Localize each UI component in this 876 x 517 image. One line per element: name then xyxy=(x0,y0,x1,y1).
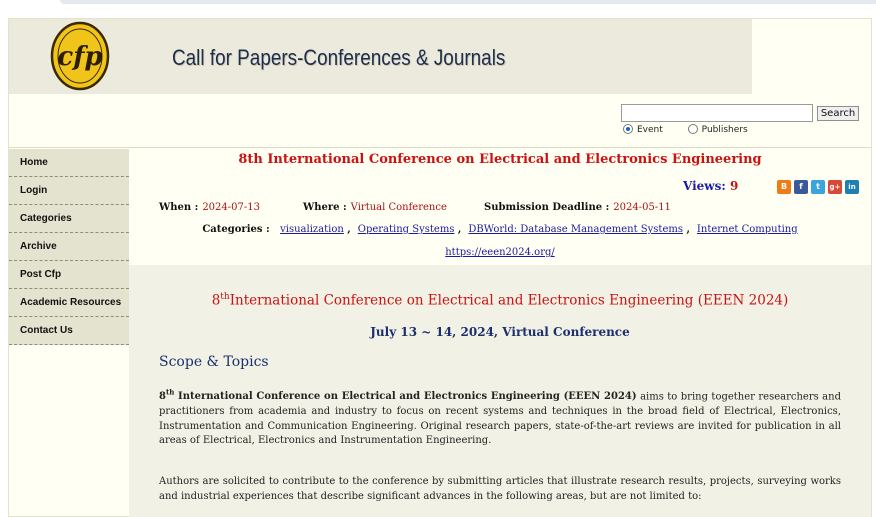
p1-bold-part: 8th International Conference on Electric… xyxy=(159,388,637,403)
views-count: 9 xyxy=(730,179,739,193)
search-button[interactable]: Search xyxy=(817,106,859,121)
event-meta-panel: 8th International Conference on Electric… xyxy=(129,149,871,265)
browser-top-strip xyxy=(0,0,876,8)
heading-sup: th xyxy=(220,292,230,302)
radio-event[interactable] xyxy=(623,124,633,134)
category-link-visualization[interactable]: visualization xyxy=(280,224,344,235)
category-link-internet-computing[interactable]: Internet Computing xyxy=(697,224,798,235)
categories-label: Categories : xyxy=(202,224,270,235)
nav-post-cfp[interactable]: Post Cfp xyxy=(9,261,129,289)
scope-title: Scope & Topics xyxy=(159,354,269,370)
nav-academic-resources[interactable]: Academic Resources xyxy=(9,289,129,317)
deadline-label: Submission Deadline : xyxy=(484,202,610,213)
search-type-options: Event Publishers xyxy=(623,124,770,135)
description-dates: July 13 ~ 14, 2024, Virtual Conference xyxy=(370,325,630,339)
heading-rest: International Conference on Electrical a… xyxy=(229,292,789,309)
radio-option-event[interactable]: Event xyxy=(623,124,663,135)
p1-bold: International Conference on Electrical a… xyxy=(174,391,637,403)
search-input[interactable] xyxy=(621,104,813,122)
scope-paragraph-2: Authors are solicited to contribute to t… xyxy=(159,476,841,502)
category-link-dbworld[interactable]: DBWorld: Database Management Systems xyxy=(468,224,683,235)
event-url: https://eeen2024.org/ xyxy=(129,247,871,258)
facebook-icon[interactable]: f xyxy=(794,180,808,194)
header-divider xyxy=(9,147,871,148)
sidebar-nav: Home Login Categories Archive Post Cfp A… xyxy=(9,149,129,345)
views-label: Views: xyxy=(683,179,726,193)
event-where: Where : Virtual Conference xyxy=(303,202,447,213)
radio-option-publishers[interactable]: Publishers xyxy=(687,124,748,135)
google-plus-icon[interactable]: g+ xyxy=(828,180,842,194)
p1-prefix: 8 xyxy=(159,391,166,403)
scope-paragraph-1: 8th International Conference on Electric… xyxy=(159,386,841,449)
nav-login[interactable]: Login xyxy=(9,177,129,205)
nav-contact-us[interactable]: Contact Us xyxy=(9,317,129,345)
event-url-link[interactable]: https://eeen2024.org/ xyxy=(445,247,555,258)
radio-event-label: Event xyxy=(637,125,663,135)
when-value: 2024-07-13 xyxy=(202,202,260,213)
radio-publishers[interactable] xyxy=(687,124,698,134)
cfp-logo[interactable]: cfp xyxy=(45,21,115,91)
when-label: When : xyxy=(159,202,199,213)
linkedin-icon[interactable]: in xyxy=(845,180,859,194)
event-when: When :2024-07-13 xyxy=(159,202,260,213)
top-scroll-shadow xyxy=(60,0,876,4)
event-description: 8thInternational Conference on Electrica… xyxy=(129,265,871,517)
site-title: Call for Papers-Conferences & Journals xyxy=(172,45,506,70)
twitter-icon[interactable]: t xyxy=(811,180,825,194)
blogger-icon[interactable]: B xyxy=(777,180,791,194)
description-heading: 8thInternational Conference on Electrica… xyxy=(129,292,871,309)
nav-categories[interactable]: Categories xyxy=(9,205,129,233)
radio-publishers-label: Publishers xyxy=(701,125,748,135)
category-link-operating-systems[interactable]: Operating Systems xyxy=(358,224,455,235)
event-deadline: Submission Deadline :2024-05-11 xyxy=(484,202,671,213)
share-icons: Bf t g+ in xyxy=(777,180,862,194)
heading-prefix: 8 xyxy=(211,292,221,309)
event-title: 8th International Conference on Electric… xyxy=(238,152,762,167)
where-value: Virtual Conference xyxy=(350,202,447,213)
site-header: cfp Call for Papers-Conferences & Journa… xyxy=(9,19,752,94)
event-categories: Categories : visualization , Operating S… xyxy=(202,224,798,235)
views-counter: Views: 9 xyxy=(683,179,738,193)
nav-archive[interactable]: Archive xyxy=(9,233,129,261)
deadline-value: 2024-05-11 xyxy=(613,202,671,213)
page-frame: cfp Call for Papers-Conferences & Journa… xyxy=(8,18,872,517)
logo-letters: cfp xyxy=(57,42,102,72)
where-label: Where : xyxy=(303,202,347,213)
nav-home[interactable]: Home xyxy=(9,149,129,177)
